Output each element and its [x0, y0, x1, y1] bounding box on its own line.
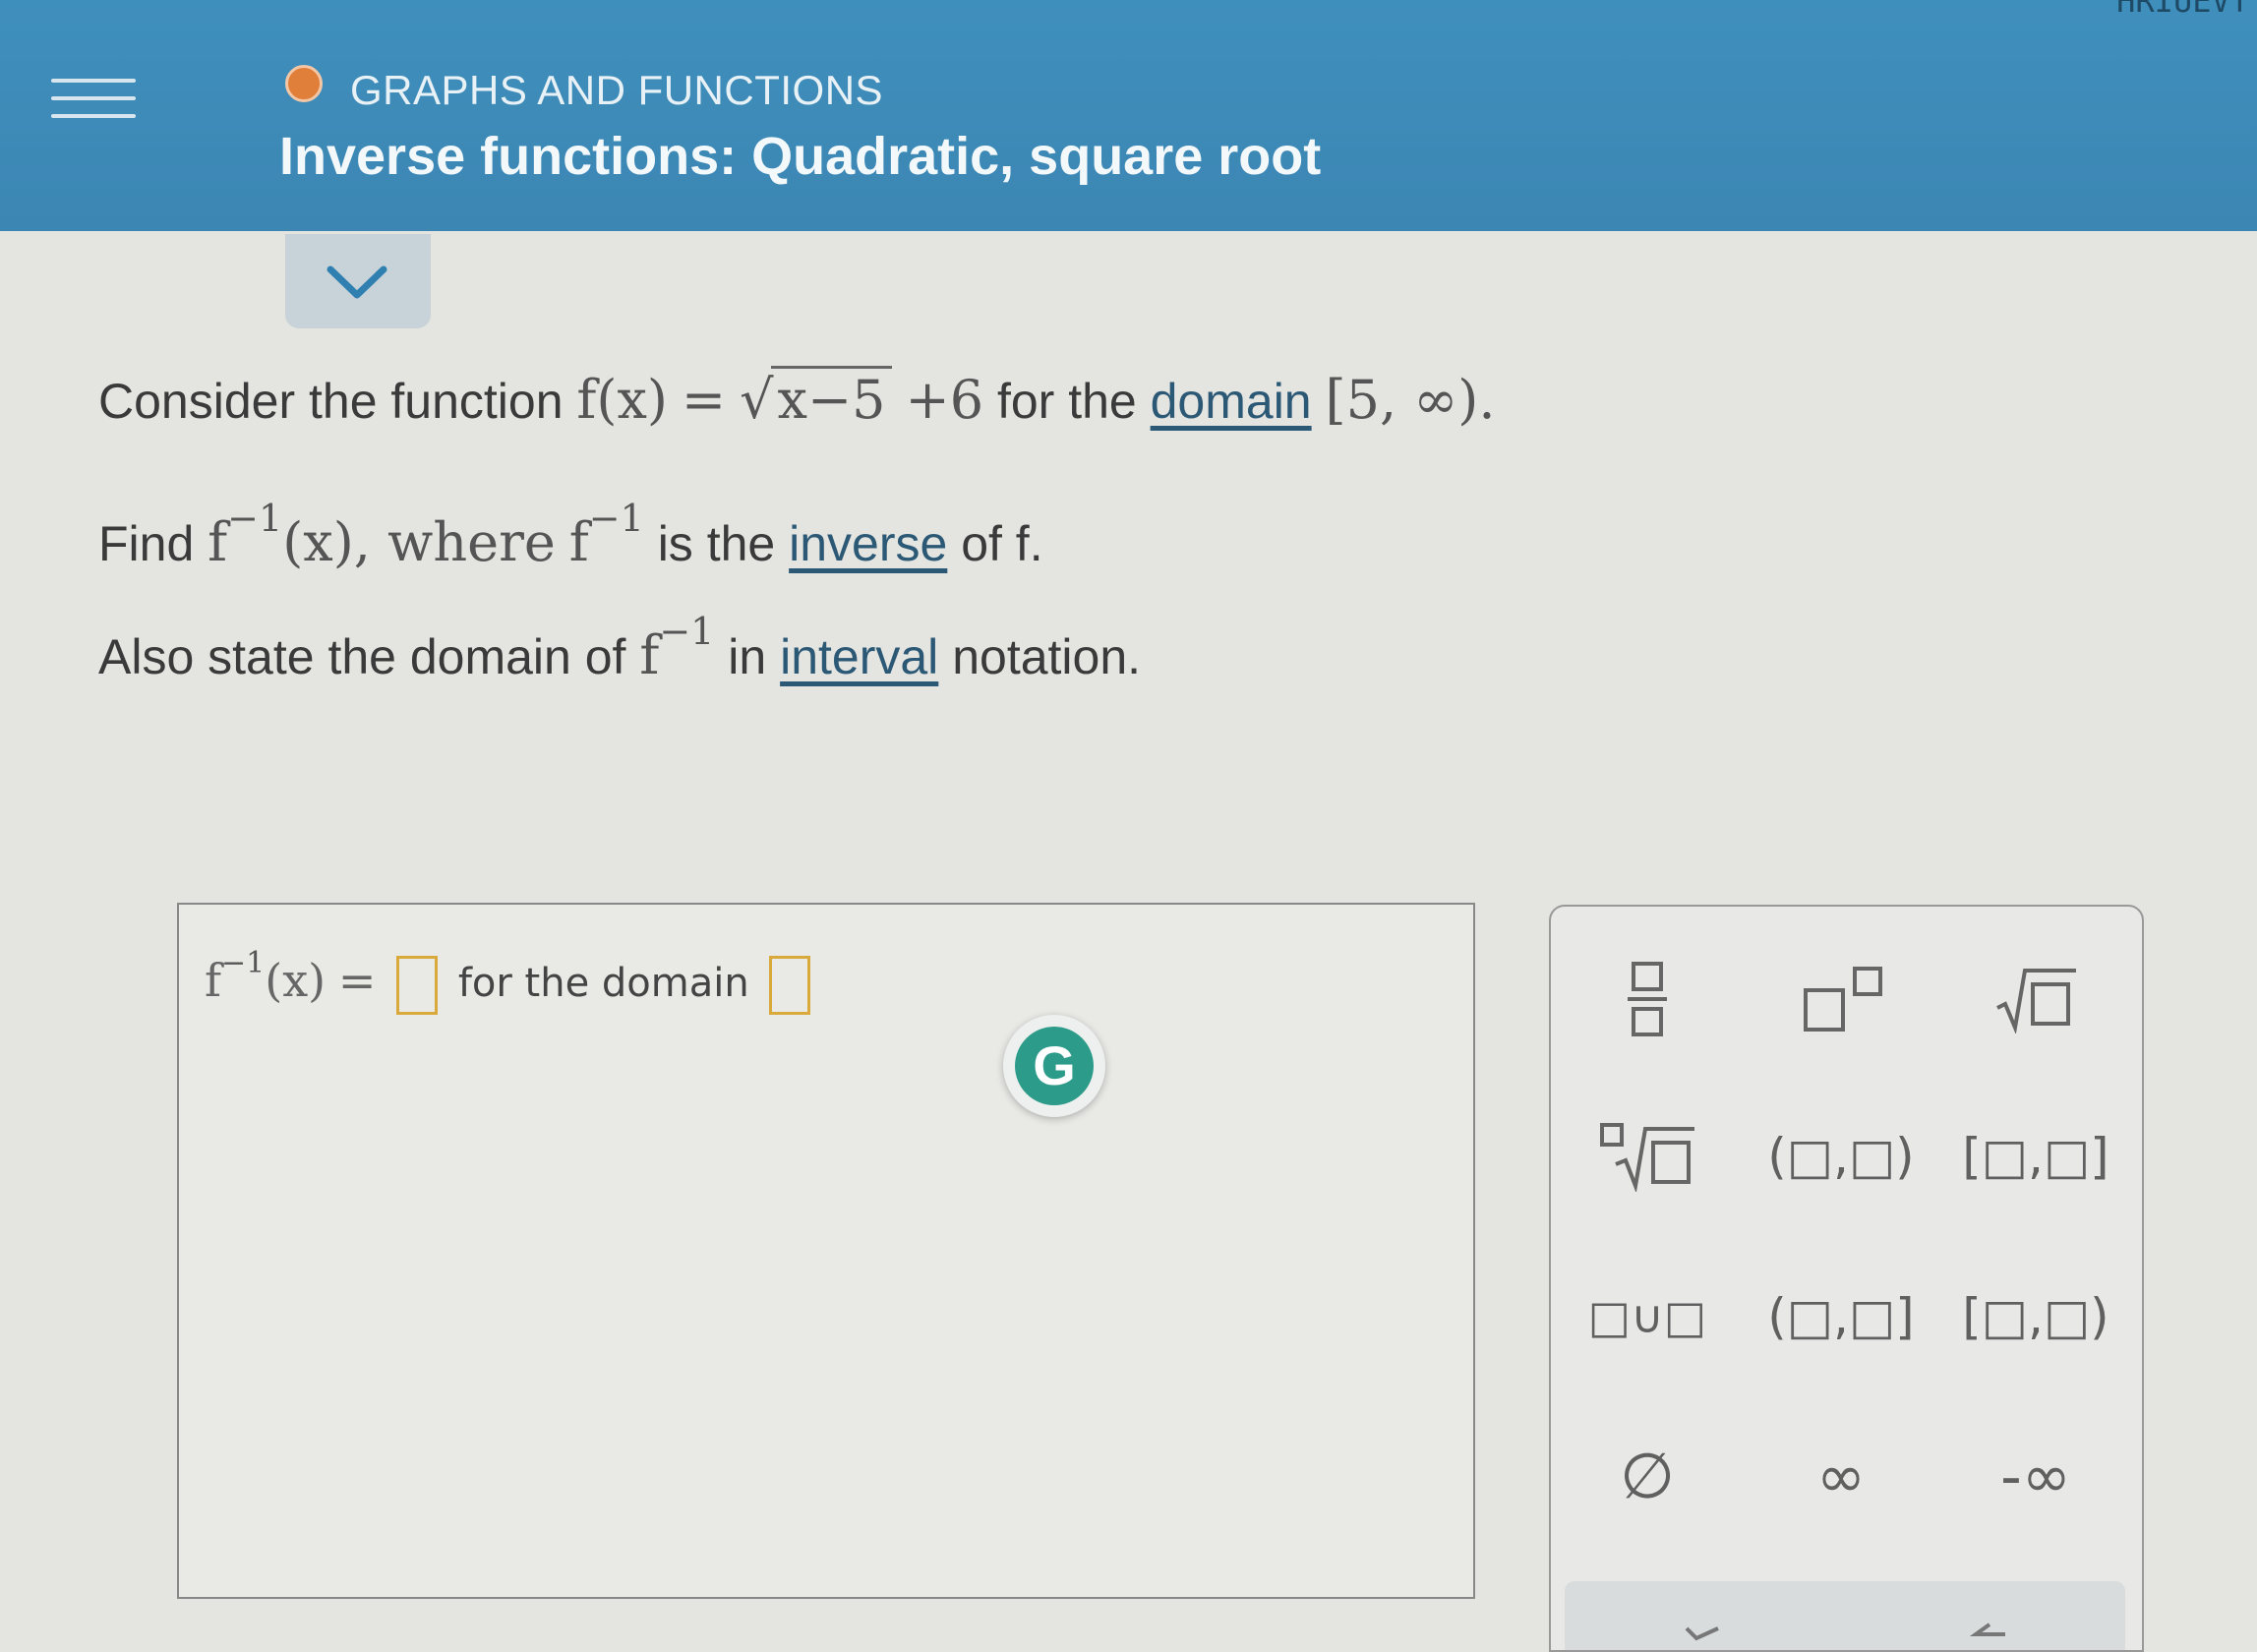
- problem-line-3: Also state the domain of f−1 in interval…: [98, 610, 1142, 686]
- nth-root-icon: [1600, 1123, 1694, 1192]
- empty-set-key[interactable]: ∅: [1574, 1428, 1721, 1526]
- collapse-toggle[interactable]: [285, 234, 431, 328]
- domain-value: [5, ∞).: [1325, 369, 1496, 431]
- undo-arrow-icon[interactable]: [1970, 1621, 2009, 1644]
- domain-link[interactable]: domain: [1151, 374, 1312, 429]
- grammarly-icon[interactable]: G: [1003, 1015, 1105, 1117]
- negative-infinity-key[interactable]: -∞: [1962, 1428, 2109, 1526]
- interval-link[interactable]: interval: [780, 629, 938, 684]
- answer-equals: =: [337, 954, 377, 1007]
- inverse-exponent-2: −1: [588, 497, 644, 540]
- exponent-icon: [1804, 967, 1882, 1032]
- nth-root-key[interactable]: [1574, 1107, 1721, 1206]
- union-key[interactable]: □∪□: [1574, 1268, 1721, 1366]
- fraction-icon: [1628, 962, 1667, 1036]
- answer-line: f−1(x) = for the domain: [205, 946, 818, 1015]
- for-domain-text: for the domain: [457, 961, 749, 1006]
- answer-f: f: [205, 954, 222, 1007]
- grammarly-letter: G: [1015, 1027, 1094, 1105]
- answer-panel: f−1(x) = for the domain: [177, 903, 1475, 1599]
- sqrt-key[interactable]: [1962, 950, 2109, 1048]
- topic-label: GRAPHS AND FUNCTIONS: [350, 67, 884, 113]
- f-symbol-3: f: [639, 624, 660, 686]
- in-text: in: [728, 629, 767, 684]
- also-text: Also state the domain of: [98, 629, 626, 684]
- inverse-exponent-3: −1: [659, 610, 715, 653]
- menu-icon[interactable]: [51, 79, 136, 144]
- notation-text: notation.: [952, 629, 1142, 684]
- f-symbol-2: f: [568, 511, 589, 573]
- chevron-down-icon: [327, 266, 387, 299]
- answer-exponent: −1: [221, 946, 266, 980]
- for-the-text: for the: [996, 374, 1137, 429]
- exponent-key[interactable]: [1769, 950, 1917, 1048]
- inverse-link[interactable]: inverse: [789, 516, 947, 571]
- function-tail: +6: [905, 369, 984, 431]
- fraction-key[interactable]: [1574, 950, 1721, 1048]
- lesson-title: Inverse functions: Quadratic, square roo…: [279, 127, 1322, 186]
- inverse-exponent: −1: [227, 497, 283, 540]
- answer-arg: (x): [265, 954, 327, 1007]
- of-f-text: of f.: [961, 516, 1043, 571]
- inverse-function-input[interactable]: [396, 956, 439, 1015]
- topic-progress-dot: [285, 65, 323, 102]
- left-open-interval-key[interactable]: (□,□]: [1767, 1268, 1915, 1366]
- radicand: x−5: [771, 366, 892, 431]
- consider-text: Consider the function: [98, 374, 564, 429]
- keypad-action-bar: [1565, 1581, 2125, 1650]
- function-lhs: f(x): [576, 369, 668, 431]
- sqrt-symbol: √: [740, 369, 774, 431]
- closed-interval-key[interactable]: [□,□]: [1962, 1107, 2109, 1206]
- is-the-text: is the: [657, 516, 776, 571]
- corner-text: HRIUEVT: [2116, 0, 2249, 20]
- find-text: Find: [98, 516, 195, 571]
- header-bar: HRIUEVT GRAPHS AND FUNCTIONS Inverse fun…: [0, 0, 2257, 231]
- infinity-key[interactable]: ∞: [1767, 1428, 1915, 1526]
- domain-input[interactable]: [769, 956, 811, 1015]
- of-x-text: (x), where: [282, 511, 556, 573]
- math-keypad: (□,□) [□,□] □∪□ (□,□] [□,□) ∅ ∞ -∞: [1549, 905, 2144, 1652]
- function-equals: =: [681, 369, 727, 431]
- right-open-interval-key[interactable]: [□,□): [1962, 1268, 2109, 1366]
- problem-line-1: Consider the function f(x) = √x−5 +6 for…: [98, 366, 1496, 431]
- f-symbol: f: [208, 511, 228, 573]
- sqrt-icon: [1996, 969, 2076, 1033]
- open-interval-key[interactable]: (□,□): [1767, 1107, 1915, 1206]
- problem-line-2: Find f−1(x), where f−1 is the inverse of…: [98, 497, 1043, 573]
- check-icon[interactable]: [1683, 1624, 1722, 1644]
